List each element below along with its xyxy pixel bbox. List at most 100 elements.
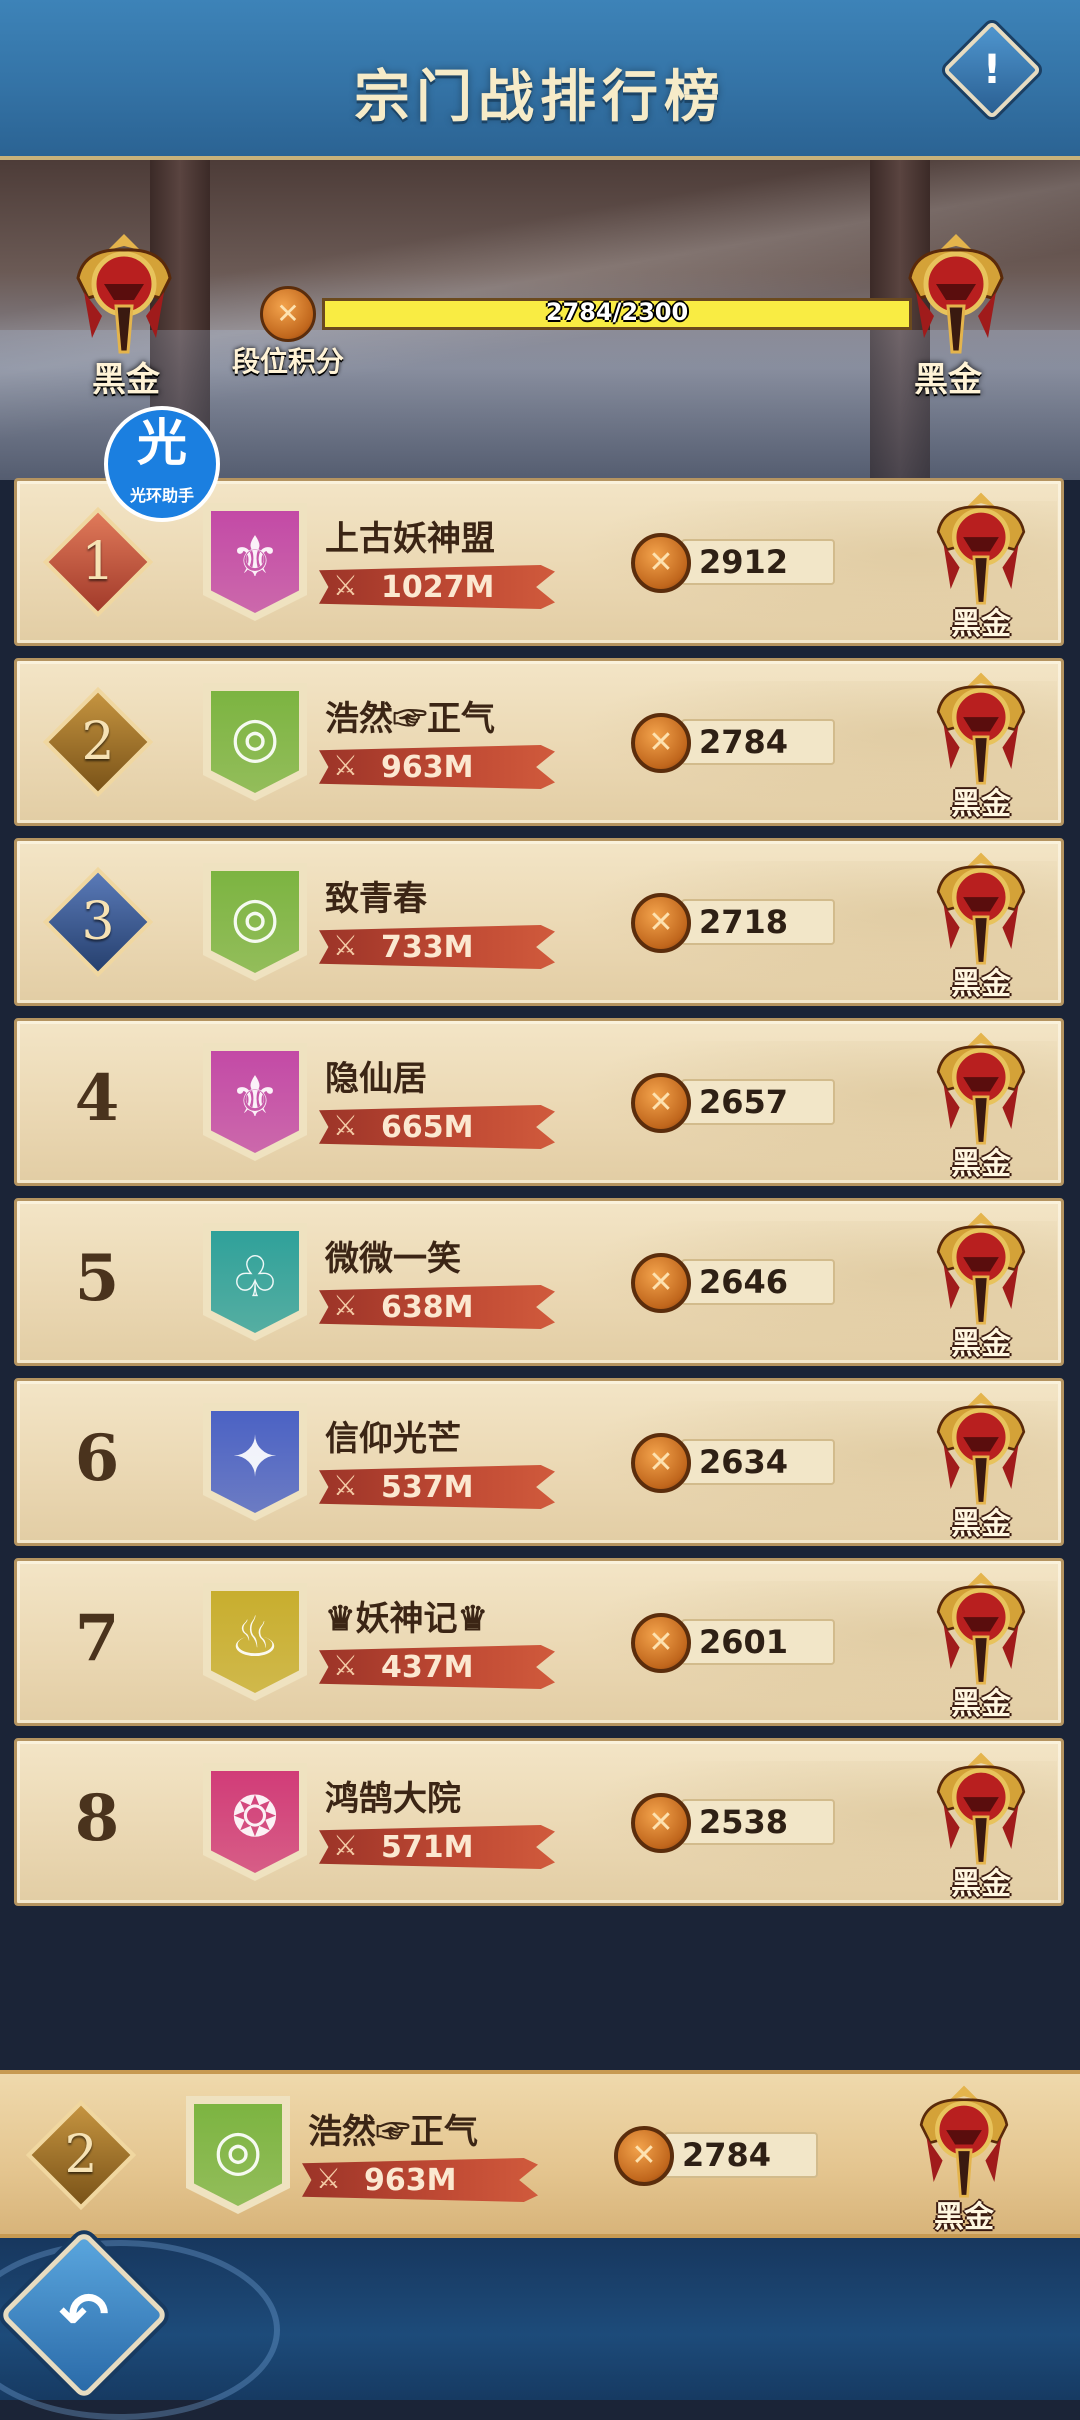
tier-label: 黑金 — [951, 1147, 1011, 1182]
guild-emblem-icon: ◎ — [211, 871, 299, 973]
guild-power-value: 665M — [381, 1110, 474, 1145]
ranking-row[interactable]: 8 ❂ 鸿鹄大院 ⚔ 571M 2538 黑金 — [14, 1738, 1064, 1906]
guild-score: 2912 — [699, 543, 789, 581]
guild-power: ⚔ 963M — [302, 2158, 538, 2202]
rank-number: 1 — [81, 532, 115, 592]
rank-number: 6 — [74, 1421, 120, 1496]
guild-name: 上古妖神盟 — [325, 519, 495, 559]
guild-power: ⚔ 571M — [319, 1825, 555, 1869]
guild-power: ⚔ 537M — [319, 1465, 555, 1509]
top-bar: 宗门战排行榜 ! — [0, 0, 1080, 160]
ranking-row[interactable]: 3 ◎ 致青春 ⚔ 733M 2718 黑金 — [14, 838, 1064, 1006]
guild-power-value: 537M — [381, 1470, 474, 1505]
guild-name: 微微一笑 — [325, 1239, 461, 1279]
crossed-swords-icon: ⚔ — [333, 569, 359, 602]
ranking-row[interactable]: 6 ✦ 信仰光芒 ⚔ 537M 2634 黑金 — [14, 1378, 1064, 1546]
black-gold-helmet-badge-icon — [936, 1752, 1026, 1865]
guild-score-box: 2657 — [681, 1079, 835, 1125]
guild-emblem-icon: ⚜ — [211, 1051, 299, 1153]
ranking-row[interactable]: 7 ♨ ♛妖神记♛ ⚔ 437M 2601 黑金 — [14, 1558, 1064, 1726]
guild-score: 2784 — [682, 2136, 772, 2174]
guild-emblem: ✦ — [203, 1403, 307, 1521]
score-medal-icon — [631, 1253, 691, 1313]
guild-power-value: 733M — [381, 930, 474, 965]
guild-name: 隐仙居 — [325, 1059, 427, 1099]
helper-floating-button[interactable]: 光 光环助手 — [104, 406, 220, 522]
black-gold-helmet-badge-icon — [936, 672, 1026, 785]
guild-score-box: 2784 — [681, 719, 835, 765]
black-gold-helmet-badge-icon — [936, 1572, 1026, 1685]
back-arrow-icon: ↶ — [58, 2280, 110, 2350]
rank-number: 8 — [74, 1781, 120, 1856]
rank-number: 5 — [74, 1241, 120, 1316]
score-medal-icon — [631, 1433, 691, 1493]
guild-emblem-icon: ✦ — [211, 1411, 299, 1513]
guild-emblem: ⚜ — [203, 503, 307, 621]
rank-number: 7 — [74, 1601, 120, 1676]
guild-score-box: 2646 — [681, 1259, 835, 1305]
guild-name: 鸿鹄大院 — [325, 1779, 461, 1819]
guild-name: ♛妖神记♛ — [325, 1599, 488, 1639]
tier-label: 黑金 — [934, 2200, 994, 2235]
ranking-row[interactable]: 5 ♧ 微微一笑 ⚔ 638M 2646 黑金 — [14, 1198, 1064, 1366]
rank-number: 2 — [81, 712, 115, 772]
score-medal-icon — [631, 893, 691, 953]
score-medal-icon — [631, 713, 691, 773]
my-guild-row[interactable]: 2 ◎ 浩然☞正气 ⚔ 963M 2784 黑金 — [0, 2070, 1080, 2238]
tier-label: 黑金 — [951, 1507, 1011, 1542]
guild-score-box: 2912 — [681, 539, 835, 585]
guild-power: ⚔ 963M — [319, 745, 555, 789]
tier-label: 黑金 — [951, 607, 1011, 642]
guild-score: 2646 — [699, 1263, 789, 1301]
crossed-swords-icon: ⚔ — [333, 1289, 359, 1322]
guild-power-value: 963M — [364, 2163, 457, 2198]
guild-power: ⚔ 638M — [319, 1285, 555, 1329]
crossed-swords-icon: ⚔ — [333, 1469, 359, 1502]
guild-emblem: ❂ — [203, 1763, 307, 1881]
points-progress-bar: 2784/2300 — [322, 298, 912, 330]
tier-label: 黑金 — [951, 1327, 1011, 1362]
guild-score-box: 2538 — [681, 1799, 835, 1845]
guild-power: ⚔ 1027M — [319, 565, 555, 609]
guild-power-value: 963M — [381, 750, 474, 785]
guild-score-box: 2634 — [681, 1439, 835, 1485]
ranking-row[interactable]: 4 ⚜ 隐仙居 ⚔ 665M 2657 黑金 — [14, 1018, 1064, 1186]
guild-score-box: 2601 — [681, 1619, 835, 1665]
guild-power-value: 638M — [381, 1290, 474, 1325]
helper-logo: 光 — [137, 414, 187, 472]
guild-emblem-icon: ♧ — [211, 1231, 299, 1333]
right-tier-label: 黑金 — [914, 360, 982, 400]
guild-name: 浩然☞正气 — [325, 699, 495, 739]
black-gold-helmet-badge-icon — [936, 1392, 1026, 1505]
points-progress-text: 2784/2300 — [545, 298, 689, 326]
black-gold-helmet-badge-icon — [936, 852, 1026, 965]
black-gold-helmet-badge-icon — [936, 1212, 1026, 1325]
left-tier-label: 黑金 — [92, 360, 160, 400]
tier-label: 黑金 — [951, 967, 1011, 1002]
guild-score: 2718 — [699, 903, 789, 941]
guild-emblem: ♨ — [203, 1583, 307, 1701]
info-icon: ! — [982, 47, 1002, 93]
guild-emblem-icon: ⚜ — [211, 511, 299, 613]
helper-label: 光环助手 — [129, 486, 194, 505]
score-medal-icon — [631, 1793, 691, 1853]
crossed-swords-icon: ⚔ — [333, 1109, 359, 1142]
guild-emblem: ◎ — [203, 863, 307, 981]
ranking-row[interactable]: 2 ◎ 浩然☞正气 ⚔ 963M 2784 黑金 — [14, 658, 1064, 826]
guild-power-value: 571M — [381, 1830, 474, 1865]
guild-emblem: ◎ — [186, 2096, 290, 2214]
black-gold-helmet-badge-icon — [936, 1032, 1026, 1145]
guild-power: ⚔ 665M — [319, 1105, 555, 1149]
rank-number: 3 — [81, 892, 115, 952]
crossed-swords-icon: ⚔ — [333, 1829, 359, 1862]
guild-score: 2634 — [699, 1443, 789, 1481]
page-title: 宗门战排行榜 — [354, 64, 726, 130]
guild-score: 2657 — [699, 1083, 789, 1121]
rank-number: 2 — [64, 2125, 98, 2185]
points-label: 段位积分 — [232, 345, 345, 378]
guild-name: 致青春 — [325, 879, 427, 919]
tier-label: 黑金 — [951, 787, 1011, 822]
guild-emblem: ◎ — [203, 683, 307, 801]
tier-label: 黑金 — [951, 1867, 1011, 1902]
crossed-swords-icon: ⚔ — [333, 929, 359, 962]
